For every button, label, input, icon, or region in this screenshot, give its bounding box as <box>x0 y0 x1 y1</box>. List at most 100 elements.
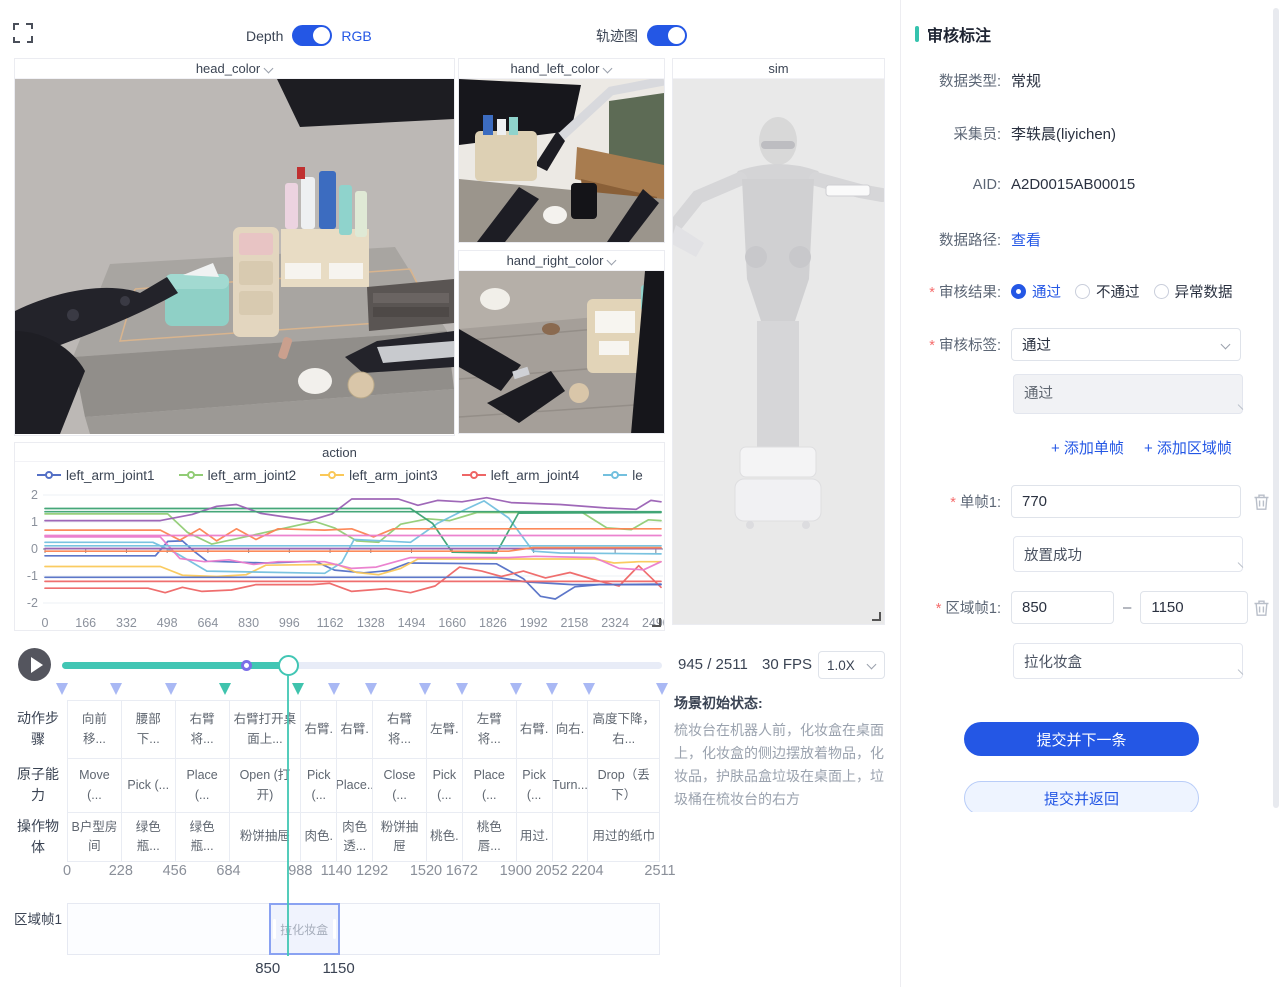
table-cell[interactable]: 用过. <box>516 813 552 861</box>
table-cell[interactable]: Turn... <box>552 759 588 812</box>
result-radio-异常数据[interactable]: 异常数据 <box>1154 281 1233 302</box>
table-cell[interactable]: Pick (... <box>300 759 336 812</box>
table-cell[interactable]: Pick (... <box>121 759 175 812</box>
legend-item[interactable]: left_arm_joint4 <box>462 468 580 483</box>
result-radio-通过[interactable]: 通过 <box>1011 281 1061 302</box>
table-cell[interactable]: 右臂将... <box>175 701 229 758</box>
single-frame-marker-dot[interactable] <box>241 660 252 671</box>
timeline-marker[interactable] <box>456 683 468 701</box>
playhead-line[interactable] <box>287 675 289 956</box>
table-cell[interactable]: 右臂将... <box>372 701 426 758</box>
depth-rgb-switch[interactable] <box>292 25 332 46</box>
table-cell[interactable]: 桃色. <box>426 813 462 861</box>
table-cell[interactable]: Move (... <box>67 759 121 812</box>
single-frame-note[interactable]: 放置成功 <box>1013 536 1243 572</box>
table-cell[interactable]: 腰部下... <box>121 701 175 758</box>
table-cell[interactable]: 桃色唇... <box>462 813 516 861</box>
data-path-view-link[interactable]: 查看 <box>1011 229 1041 250</box>
single-frame-input[interactable] <box>1011 485 1241 518</box>
add-region-frame-link[interactable]: + 添加区域帧 <box>1144 437 1232 458</box>
timeline-marker[interactable] <box>219 683 231 701</box>
trajectory-switch[interactable] <box>647 25 687 46</box>
table-cell[interactable] <box>552 813 588 861</box>
timeline-marker[interactable] <box>292 683 304 701</box>
table-cell[interactable]: 用过的纸巾 <box>587 813 660 861</box>
table-cell[interactable]: 粉饼抽屉 <box>229 813 301 861</box>
table-cell[interactable]: 向前移... <box>67 701 121 758</box>
table-cell[interactable]: 右臂打开桌面上... <box>229 701 301 758</box>
table-cell[interactable]: 右臂. <box>516 701 552 758</box>
svg-text:996: 996 <box>279 616 300 630</box>
table-cell[interactable]: Place (... <box>462 759 516 812</box>
frame-axis-label: 1520 <box>410 863 442 879</box>
resize-handle-icon[interactable] <box>872 612 881 621</box>
svg-text:1660: 1660 <box>438 616 466 630</box>
sim-robot-image[interactable] <box>673 79 884 624</box>
timeline-marker[interactable] <box>56 683 68 701</box>
switch-knob <box>313 27 330 44</box>
slider-handle[interactable] <box>278 655 299 676</box>
fps-label: 30 FPS <box>762 656 812 673</box>
table-cell[interactable]: 绿色瓶... <box>175 813 229 861</box>
timeline-marker[interactable] <box>583 683 595 701</box>
review-tag-select[interactable]: 通过 <box>1011 328 1241 361</box>
speed-select[interactable]: 1.0X <box>818 651 885 679</box>
table-cell[interactable]: Open (打开) <box>229 759 301 812</box>
submit-next-button[interactable]: 提交并下一条 <box>964 722 1199 756</box>
table-cell[interactable]: Drop（丢下） <box>587 759 660 812</box>
play-button[interactable] <box>18 648 51 681</box>
review-panel-content: 审核标注 数据类型: 常规 采集员: 李轶晨(liyichen) AID: A2… <box>901 0 1280 812</box>
table-cell[interactable]: Close (... <box>372 759 426 812</box>
legend-item[interactable]: left_arm_joint3 <box>320 468 438 483</box>
action-line-chart[interactable]: 210-1-2016633249866483099611621328149416… <box>15 488 664 631</box>
table-cell[interactable]: 高度下降，右... <box>587 701 660 758</box>
region-frame-note[interactable]: 拉化妆盒 <box>1013 643 1243 679</box>
table-cell[interactable]: 绿色瓶... <box>121 813 175 861</box>
table-cell[interactable]: 左臂将... <box>462 701 516 758</box>
sim-title: sim <box>673 59 884 79</box>
svg-text:1328: 1328 <box>357 616 385 630</box>
region-end-input[interactable] <box>1140 591 1248 624</box>
timeline-marker[interactable] <box>110 683 122 701</box>
head-camera-selector[interactable]: head_color <box>15 59 454 79</box>
add-single-frame-link[interactable]: + 添加单帧 <box>1051 437 1124 458</box>
legend-item[interactable]: le <box>603 468 643 483</box>
region-end-label: 1150 <box>322 960 354 977</box>
timeline-marker[interactable] <box>510 683 522 701</box>
playback-slider[interactable] <box>62 662 662 669</box>
table-cell[interactable]: 右臂. <box>300 701 336 758</box>
timeline-marker[interactable] <box>165 683 177 701</box>
region-segment[interactable]: 拉化妆盒 <box>269 903 340 955</box>
table-cell[interactable]: B户型房间 <box>67 813 121 861</box>
table-cell[interactable]: 肉色. <box>300 813 336 861</box>
fullscreen-icon[interactable] <box>12 22 34 44</box>
table-cell[interactable]: Place (... <box>175 759 229 812</box>
table-cell[interactable]: 向右. <box>552 701 588 758</box>
submit-return-button[interactable]: 提交并返回 <box>964 781 1199 812</box>
timeline-marker[interactable] <box>328 683 340 701</box>
legend-item[interactable]: left_arm_joint2 <box>179 468 297 483</box>
trash-icon[interactable] <box>1253 493 1271 511</box>
timeline-marker[interactable] <box>656 683 668 701</box>
review-tag-note[interactable]: 通过 <box>1013 374 1243 414</box>
trash-icon[interactable] <box>1253 599 1271 617</box>
table-cell[interactable]: 粉饼抽屉 <box>372 813 426 861</box>
resize-handle-icon[interactable] <box>652 618 661 627</box>
hand-left-camera-selector[interactable]: hand_left_color <box>459 59 664 79</box>
play-icon <box>31 657 43 673</box>
timeline-marker[interactable] <box>365 683 377 701</box>
table-cell[interactable]: 肉色透... <box>336 813 372 861</box>
timeline-marker[interactable] <box>546 683 558 701</box>
table-cell[interactable]: Place.. <box>336 759 372 812</box>
table-cell[interactable]: 左臂. <box>426 701 462 758</box>
region-start-input[interactable] <box>1011 591 1114 624</box>
result-radio-不通过[interactable]: 不通过 <box>1075 281 1140 302</box>
timeline-marker[interactable] <box>419 683 431 701</box>
table-cell[interactable]: Pick (... <box>426 759 462 812</box>
table-cell[interactable]: 右臂. <box>336 701 372 758</box>
panel-scrollbar[interactable] <box>1273 8 1279 808</box>
legend-item[interactable]: left_arm_joint1 <box>37 468 155 483</box>
hand-right-camera-selector[interactable]: hand_right_color <box>459 251 664 271</box>
region-track[interactable]: 拉化妆盒 <box>67 903 660 955</box>
table-cell[interactable]: Pick (... <box>516 759 552 812</box>
